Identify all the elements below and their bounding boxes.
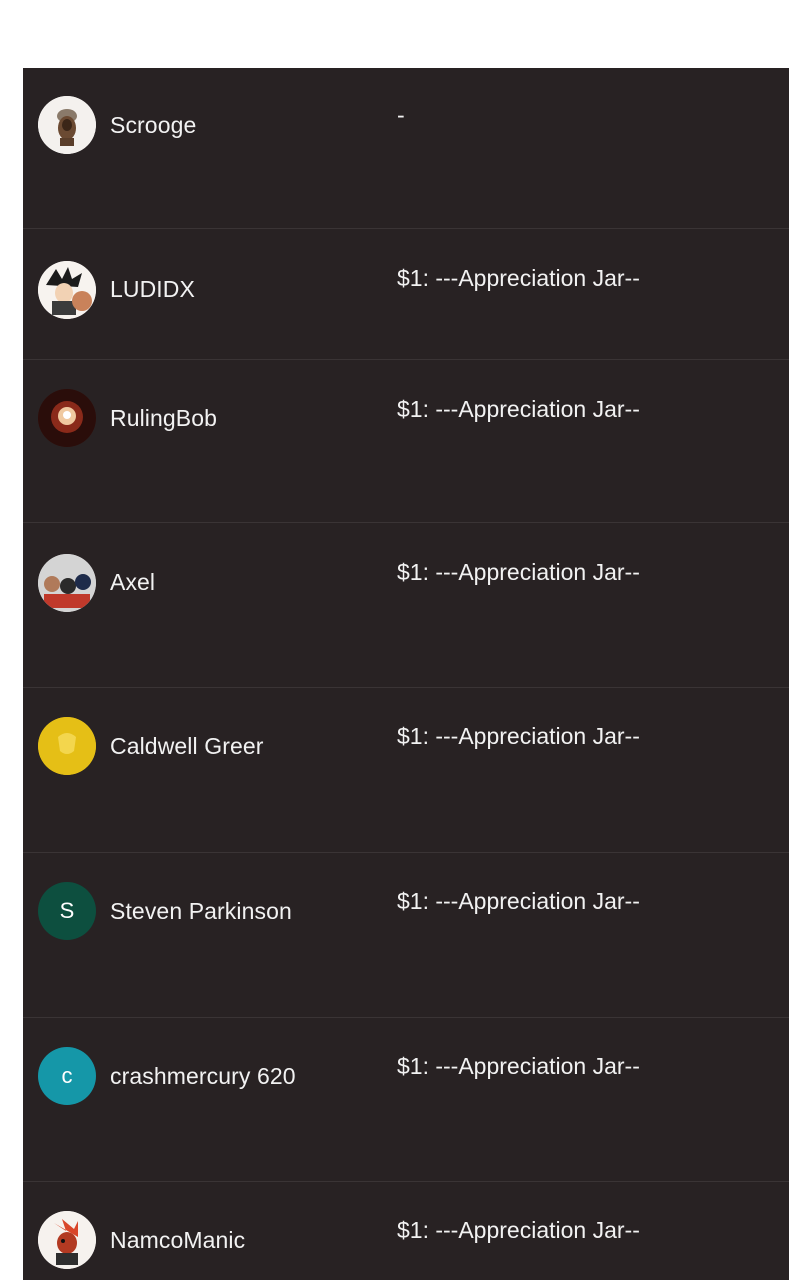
supporter-name: LUDIDX (110, 276, 195, 302)
avatar[interactable]: c (38, 1047, 96, 1105)
supporter-name: RulingBob (110, 405, 218, 431)
list-item: c crashmercury 620 $1: ---Appreciation J… (23, 1018, 789, 1182)
supporter-tier: $1: ---Appreciation Jar-- (397, 265, 640, 291)
namcomanic-avatar-icon (38, 1211, 96, 1269)
ludidx-avatar-icon (38, 261, 96, 319)
supporter-tier: $1: ---Appreciation Jar-- (397, 1217, 640, 1243)
supporter-name: Steven Parkinson (110, 898, 292, 924)
supporter-tier: $1: ---Appreciation Jar-- (397, 1053, 640, 1079)
list-item: Caldwell Greer $1: ---Appreciation Jar-- (23, 688, 789, 853)
rulingbob-avatar-icon (38, 389, 96, 447)
list-item: LUDIDX $1: ---Appreciation Jar-- (23, 229, 789, 360)
avatar[interactable] (38, 554, 96, 612)
caldwell-avatar-icon (38, 717, 96, 775)
list-item: NamcoManic $1: ---Appreciation Jar-- (23, 1182, 789, 1280)
list-item: Axel $1: ---Appreciation Jar-- (23, 523, 789, 688)
supporter-name: Axel (110, 569, 156, 595)
supporter-name: Caldwell Greer (110, 733, 264, 759)
supporter-name: crashmercury 620 (110, 1063, 296, 1089)
supporter-tier: - (397, 102, 405, 128)
avatar-letter: c (61, 1063, 73, 1088)
list-item: RulingBob $1: ---Appreciation Jar-- (23, 360, 789, 523)
avatar[interactable] (38, 1211, 96, 1269)
supporter-tier: $1: ---Appreciation Jar-- (397, 559, 640, 585)
avatar[interactable]: S (38, 882, 96, 940)
axel-avatar-icon (38, 554, 96, 612)
supporter-name: NamcoManic (110, 1227, 246, 1253)
avatar[interactable] (38, 717, 96, 775)
avatar-letter: S (59, 898, 75, 923)
avatar[interactable] (38, 261, 96, 319)
supporters-list: Scrooge - LUDIDX $1: ---Appreciation Jar… (23, 68, 789, 1280)
list-item: S Steven Parkinson $1: ---Appreciation J… (23, 853, 789, 1018)
avatar[interactable] (38, 389, 96, 447)
supporter-tier: $1: ---Appreciation Jar-- (397, 723, 640, 749)
supporter-tier: $1: ---Appreciation Jar-- (397, 396, 640, 422)
scrooge-avatar-icon (38, 96, 96, 154)
supporter-tier: $1: ---Appreciation Jar-- (397, 888, 640, 914)
supporter-name: Scrooge (110, 112, 197, 138)
list-item: Scrooge - (23, 68, 789, 229)
avatar[interactable] (38, 96, 96, 154)
